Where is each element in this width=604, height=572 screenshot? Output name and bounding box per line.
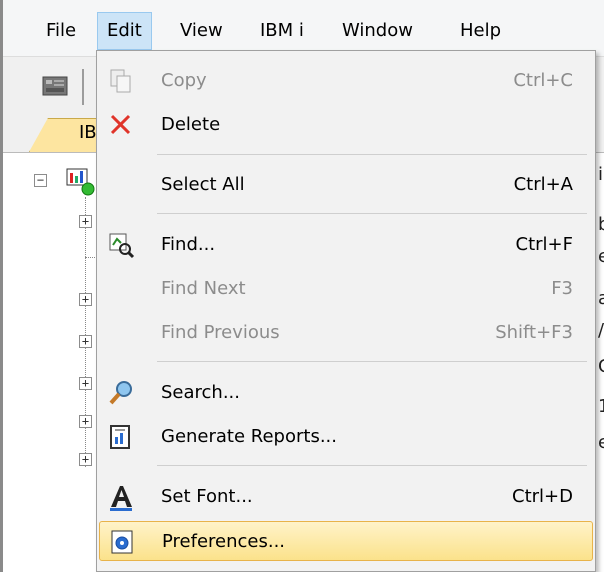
tree-expand-toggle[interactable]: + (79, 377, 92, 390)
find-icon (109, 233, 135, 259)
background-text: b (598, 214, 604, 235)
menu-item-label: Delete (161, 114, 221, 135)
menu-item-label: Select All (161, 174, 245, 195)
menu-item-label: Generate Reports... (161, 426, 338, 447)
font-icon (110, 486, 132, 511)
tree-expand-toggle[interactable]: + (79, 215, 92, 228)
menu-item-find-next[interactable]: Find Next F3 (99, 269, 593, 309)
server-icon[interactable] (39, 71, 71, 101)
menu-item-shortcut: F3 (551, 278, 573, 299)
tab-label: IB (79, 122, 97, 143)
menu-item-label: Find... (161, 234, 216, 255)
menu-bar: File Edit View IBM i Window Help (3, 0, 604, 56)
menu-item-copy[interactable]: Copy Ctrl+C (99, 61, 593, 101)
report-icon (110, 425, 130, 449)
search-magnifier-icon (109, 381, 132, 405)
background-text: 1 (598, 396, 604, 417)
menu-ibm-i[interactable]: IBM i (251, 12, 313, 50)
system-icon[interactable] (65, 167, 97, 197)
menu-item-preferences[interactable]: Preferences... (99, 521, 593, 561)
menu-item-find-previous[interactable]: Find Previous Shift+F3 (99, 313, 593, 353)
tree-expand-toggle[interactable]: + (79, 453, 92, 466)
menu-item-delete[interactable]: Delete (99, 105, 593, 145)
menu-separator (157, 465, 587, 466)
menu-edit[interactable]: Edit (97, 12, 152, 50)
tree-collapse-toggle[interactable]: − (34, 174, 47, 187)
menu-item-search[interactable]: Search... (99, 373, 593, 413)
menu-help[interactable]: Help (451, 12, 510, 50)
menu-separator (157, 154, 587, 155)
menu-item-select-all[interactable]: Select All Ctrl+A (99, 165, 593, 205)
menu-item-find[interactable]: Find... Ctrl+F (99, 225, 593, 265)
edit-menu-dropdown: Copy Ctrl+C Delete Select All Ctrl+A Fin… (96, 50, 596, 572)
menu-item-set-font[interactable]: Set Font... Ctrl+D (99, 477, 593, 517)
menu-item-label: Search... (161, 382, 241, 403)
preferences-icon (111, 530, 133, 554)
menu-item-label: Find Next (161, 278, 246, 299)
background-text: a (598, 288, 604, 309)
delete-x-icon (110, 114, 131, 135)
background-text: e (598, 246, 604, 267)
menu-item-shortcut: Ctrl+A (513, 174, 573, 195)
tree-expand-toggle[interactable]: + (79, 415, 92, 428)
menu-item-generate-reports[interactable]: Generate Reports... (99, 417, 593, 457)
menu-view[interactable]: View (171, 12, 232, 50)
menu-item-shortcut: Ctrl+C (513, 70, 573, 91)
menu-item-shortcut: Ctrl+D (512, 486, 573, 507)
menu-window[interactable]: Window (333, 12, 422, 50)
menu-item-label: Set Font... (161, 486, 253, 507)
menu-item-label: Preferences... (162, 531, 286, 552)
menu-separator (157, 361, 587, 362)
menu-item-label: Copy (161, 70, 207, 91)
background-text: C (598, 356, 604, 377)
menu-item-label: Find Previous (161, 322, 280, 343)
tree-expand-toggle[interactable]: + (79, 335, 92, 348)
tree-expand-toggle[interactable]: + (79, 293, 92, 306)
toolbar-separator (82, 69, 84, 105)
background-text: / (598, 320, 604, 341)
menu-item-shortcut: Ctrl+F (515, 234, 573, 255)
copy-icon (110, 69, 131, 93)
menu-item-shortcut: Shift+F3 (495, 322, 573, 343)
menu-file[interactable]: File (37, 12, 85, 50)
background-text: e (598, 432, 604, 453)
menu-separator (157, 213, 587, 214)
background-text: i (598, 164, 604, 185)
